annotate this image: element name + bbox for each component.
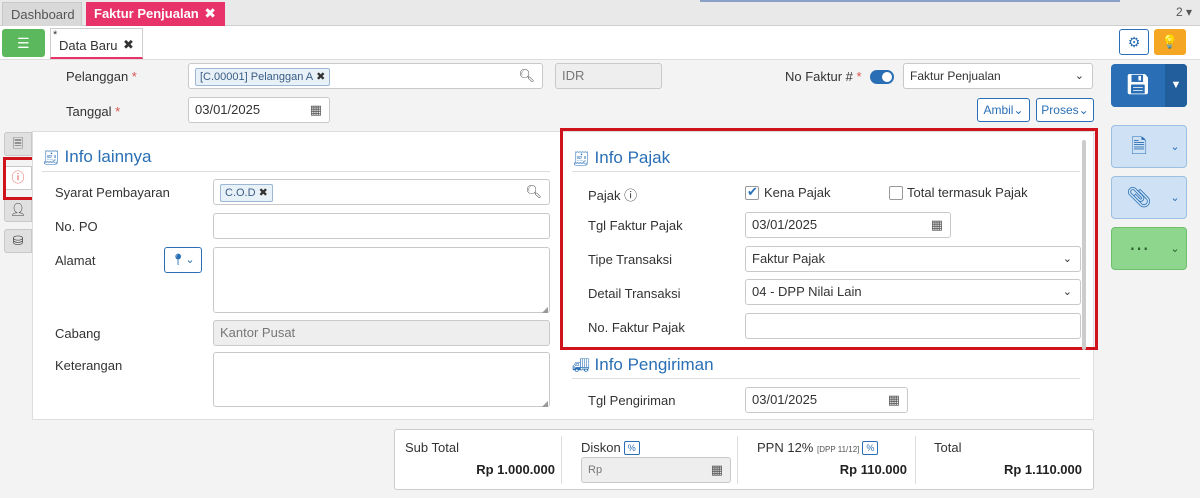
- tab-faktur-label: Faktur Penjualan: [94, 6, 199, 21]
- cabang-label: Cabang: [55, 326, 101, 341]
- keterangan-textarea[interactable]: [213, 352, 550, 408]
- search-icon[interactable]: 🔍︎: [518, 64, 535, 88]
- tab-data-baru[interactable]: * Data Baru ✖: [50, 28, 143, 59]
- document-icon: 🗏: [12, 136, 24, 151]
- po-input[interactable]: [213, 213, 550, 239]
- truck-icon: 🚚︎: [572, 357, 590, 373]
- proses-button[interactable]: Proses⌄: [1036, 98, 1094, 122]
- pelanggan-input[interactable]: [C.00001] Pelanggan A ✖ 🔍︎: [188, 63, 543, 89]
- diskon-percent-toggle[interactable]: %: [623, 441, 640, 455]
- cabang-field: Kantor Pusat: [213, 320, 550, 346]
- settings-button[interactable]: ⚙: [1119, 29, 1149, 55]
- tgl-pengiriman-label: Tgl Pengiriman: [588, 393, 676, 408]
- currency-field: IDR: [555, 63, 662, 89]
- calendar-icon[interactable]: ▦: [888, 388, 900, 412]
- top-accent-line: [700, 0, 1120, 2]
- info-lainnya-title: 🧾︎ Info lainnya: [42, 147, 152, 166]
- info-pengiriman-title: 🚚︎ Info Pengiriman: [572, 355, 714, 374]
- receipt-icon: 🧾︎: [42, 149, 60, 165]
- ppn-label: PPN 12% [DPP 11/12]%: [757, 440, 879, 455]
- close-icon[interactable]: ✖: [204, 2, 216, 25]
- ppn-value: Rp 110.000: [839, 462, 907, 477]
- money-icon: ⛁: [12, 233, 24, 248]
- footer-divider: [561, 436, 562, 484]
- gear-icon: ⚙: [1127, 34, 1141, 50]
- alamat-label: Alamat: [55, 253, 96, 268]
- pelanggan-chip: [C.00001] Pelanggan A ✖: [195, 68, 331, 86]
- subtotal-value: Rp 1.000.000: [476, 462, 555, 477]
- list-icon: ☰: [17, 35, 30, 51]
- footer-divider: [915, 436, 916, 484]
- remove-chip-icon[interactable]: ✖: [316, 71, 325, 83]
- chevron-down-icon[interactable]: ▼: [1165, 64, 1187, 107]
- more-horizontal-icon: ⋯: [1129, 238, 1149, 260]
- tab-data-baru-label: Data Baru: [59, 38, 118, 53]
- syarat-chip: C.O.D ✖: [220, 184, 273, 202]
- more-actions-button[interactable]: ⋯ ⌄: [1111, 227, 1187, 270]
- tab-count: 2: [1175, 5, 1183, 19]
- unsaved-marker: *: [53, 29, 58, 41]
- highlight-box-info-pajak: [560, 128, 1098, 350]
- tab-faktur-penjualan[interactable]: Faktur Penjualan ✖: [86, 2, 225, 26]
- footer-divider: [737, 436, 738, 484]
- side-tab-detail[interactable]: 🗏: [4, 132, 32, 156]
- floppy-disk-icon: 💾︎: [1125, 74, 1151, 96]
- auto-number-toggle[interactable]: [870, 70, 894, 84]
- chevron-down-icon: ⌄: [1074, 70, 1084, 82]
- ppn-percent-toggle[interactable]: %: [862, 441, 879, 455]
- tips-button[interactable]: 💡: [1154, 29, 1186, 55]
- tanggal-input[interactable]: 03/01/2025 ▦: [188, 97, 330, 123]
- side-tab-cost[interactable]: ⛁: [4, 229, 32, 253]
- section-divider: [572, 378, 1080, 379]
- document-icon: 🗎: [1130, 136, 1148, 158]
- close-icon[interactable]: ✖: [123, 37, 134, 53]
- map-pin-icon: 📍︎: [171, 254, 186, 266]
- calendar-icon[interactable]: ▦: [310, 98, 322, 122]
- side-tab-user[interactable]: 👤︎: [4, 198, 32, 222]
- save-button[interactable]: 💾︎ ▼: [1111, 64, 1187, 107]
- location-button[interactable]: 📍︎⌄: [164, 247, 202, 273]
- search-icon[interactable]: 🔍︎: [525, 180, 542, 204]
- panel-scrollbar[interactable]: [1082, 140, 1086, 350]
- no-faktur-label: No Faktur # *: [785, 69, 862, 84]
- tanggal-label: Tanggal *: [66, 104, 121, 119]
- po-label: No. PO: [55, 219, 98, 234]
- attachment-button[interactable]: 📎︎ ⌄: [1111, 176, 1187, 219]
- chevron-down-icon[interactable]: ⌄: [1164, 126, 1186, 169]
- list-view-button[interactable]: ☰: [2, 29, 45, 57]
- document-toolbar: ☰ * Data Baru ✖ ⚙ 💡: [0, 26, 1200, 60]
- calculator-icon[interactable]: ▦: [711, 458, 723, 482]
- chevron-down-icon[interactable]: ⌄: [1164, 177, 1186, 220]
- total-label: Total: [934, 440, 962, 455]
- pelanggan-label: Pelanggan *: [66, 69, 137, 84]
- diskon-label: Diskon%: [581, 440, 640, 455]
- alamat-textarea[interactable]: [213, 247, 550, 314]
- subtotal-label: Sub Total: [405, 440, 459, 455]
- paperclip-icon: 📎︎: [1126, 187, 1152, 209]
- document-button[interactable]: 🗎 ⌄: [1111, 125, 1187, 168]
- remove-chip-icon[interactable]: ✖: [259, 187, 268, 199]
- chevron-down-icon[interactable]: ⌄: [1164, 228, 1186, 271]
- totals-footer: Sub Total Rp 1.000.000 Diskon% Rp ▦ PPN …: [394, 429, 1094, 490]
- diskon-input[interactable]: Rp ▦: [581, 457, 731, 483]
- tab-count-dropdown[interactable]: 2 ▾: [1176, 5, 1192, 19]
- tgl-pengiriman-input[interactable]: 03/01/2025 ▦: [745, 387, 908, 413]
- total-value: Rp 1.110.000: [1003, 462, 1082, 477]
- ambil-button[interactable]: Ambil⌄: [977, 98, 1030, 122]
- user-icon: 👤︎: [9, 202, 27, 217]
- syarat-label: Syarat Pembayaran: [55, 185, 170, 200]
- no-faktur-select[interactable]: Faktur Penjualan ⌄: [903, 63, 1093, 89]
- lightbulb-icon: 💡: [1161, 34, 1179, 49]
- section-divider: [42, 171, 550, 172]
- top-tab-bar: Dashboard Faktur Penjualan ✖ 2 ▾: [0, 0, 1200, 26]
- keterangan-label: Keterangan: [55, 358, 123, 373]
- tab-dashboard[interactable]: Dashboard: [2, 2, 82, 26]
- syarat-input[interactable]: C.O.D ✖ 🔍︎: [213, 179, 550, 205]
